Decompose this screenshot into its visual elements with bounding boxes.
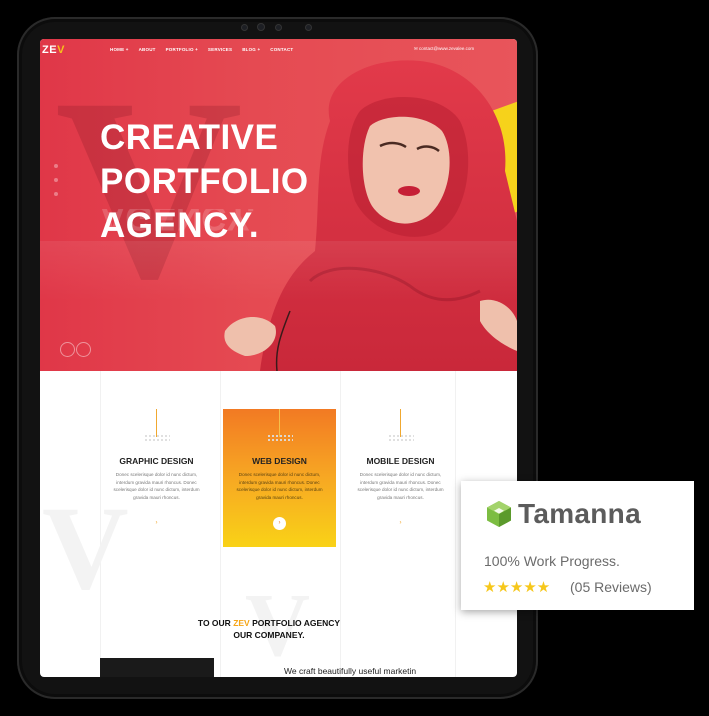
about-image [100,658,214,677]
service-description: Donec scelerisque dolor id nunc dictum, … [113,472,200,500]
service-description: Donec scelerisque dolor id nunc dictum, … [236,472,323,500]
nav-services[interactable]: SERVICES [208,47,232,52]
headline-line: PORTFOLIO [100,162,309,201]
nav-blog[interactable]: BLOG + [242,47,260,52]
service-title: GRAPHIC DESIGN [119,456,194,466]
dot-pattern [388,434,414,442]
camera-dot-icon [241,24,248,31]
nav-about[interactable]: ABOUT [139,47,156,52]
hero-banner: V ZEV HOME + ABOUT PORTFOLIO + SERVICES … [40,39,517,371]
slide-indicator[interactable] [54,164,58,168]
service-title: WEB DESIGN [252,456,307,466]
service-card-graphic[interactable]: GRAPHIC DESIGN Donec scelerisque dolor i… [100,409,213,547]
about-line2: OUR COMPANEY. [233,630,305,640]
profile-card: Tamanna 100% Work Progress. ★★★★★ (05 Re… [461,481,694,610]
about-heading: TO OUR ZEV PORTFOLIO AGENCY OUR COMPANEY… [180,617,358,641]
service-card-mobile[interactable]: MOBILE DESIGN Donec scelerisque dolor id… [344,409,457,547]
review-count[interactable]: (05 Reviews) [570,579,652,595]
arrow-right-icon[interactable]: › [273,517,286,530]
slide-indicator[interactable] [54,178,58,182]
headline-reflection: AGENCY. [100,209,256,237]
hero-reflection-band [40,241,517,301]
contact-email[interactable]: ✉ contact@www.zevalee.com [414,46,474,52]
card-accent-line [156,409,157,437]
main-menu: HOME + ABOUT PORTFOLIO + SERVICES BLOG +… [110,47,293,52]
work-progress: 100% Work Progress. [484,553,620,569]
about-prefix: TO OUR [197,618,234,628]
website-screen: V ZEV HOME + ABOUT PORTFOLIO + SERVICES … [40,39,517,677]
card-accent-line [400,409,401,437]
nav-portfolio[interactable]: PORTFOLIO + [166,47,198,52]
service-title: MOBILE DESIGN [366,456,435,466]
slider-prev-button[interactable] [60,342,75,357]
slide-indicator[interactable] [54,192,58,196]
camera-lens-icon [257,23,265,31]
top-navigation: ZEV HOME + ABOUT PORTFOLIO + SERVICES BL… [40,39,517,61]
brand-name: Tamanna [518,498,641,529]
site-logo[interactable]: ZEV [42,44,65,56]
nav-contact[interactable]: CONTACT [270,47,293,52]
mail-icon: ✉ [414,46,418,51]
service-card-web[interactable]: WEB DESIGN Donec scelerisque dolor id nu… [223,409,336,547]
nav-home[interactable]: HOME + [110,47,129,52]
headline-line: CREATIVE [100,118,279,157]
arrow-right-icon[interactable]: › [394,517,407,530]
sensor-dot-icon [275,24,282,31]
dot-pattern [144,434,170,442]
dot-pattern [267,434,293,442]
service-description: Donec scelerisque dolor id nunc dictum, … [357,472,444,500]
about-suffix: PORTFOLIO AGENCY [249,618,341,628]
rating-stars-icon: ★★★★★ [483,579,551,596]
arrow-right-icon[interactable]: › [150,517,163,530]
about-highlight: ZEV [233,618,250,628]
sensor-dot-icon [305,24,312,31]
cube-logo-icon [487,501,511,527]
card-accent-line [279,409,280,437]
about-text: We craft beautifully useful marketin [284,666,417,676]
email-text: contact@www.zevalee.com [419,46,475,51]
slider-next-button[interactable] [76,342,91,357]
brand-row: Tamanna [486,498,641,530]
